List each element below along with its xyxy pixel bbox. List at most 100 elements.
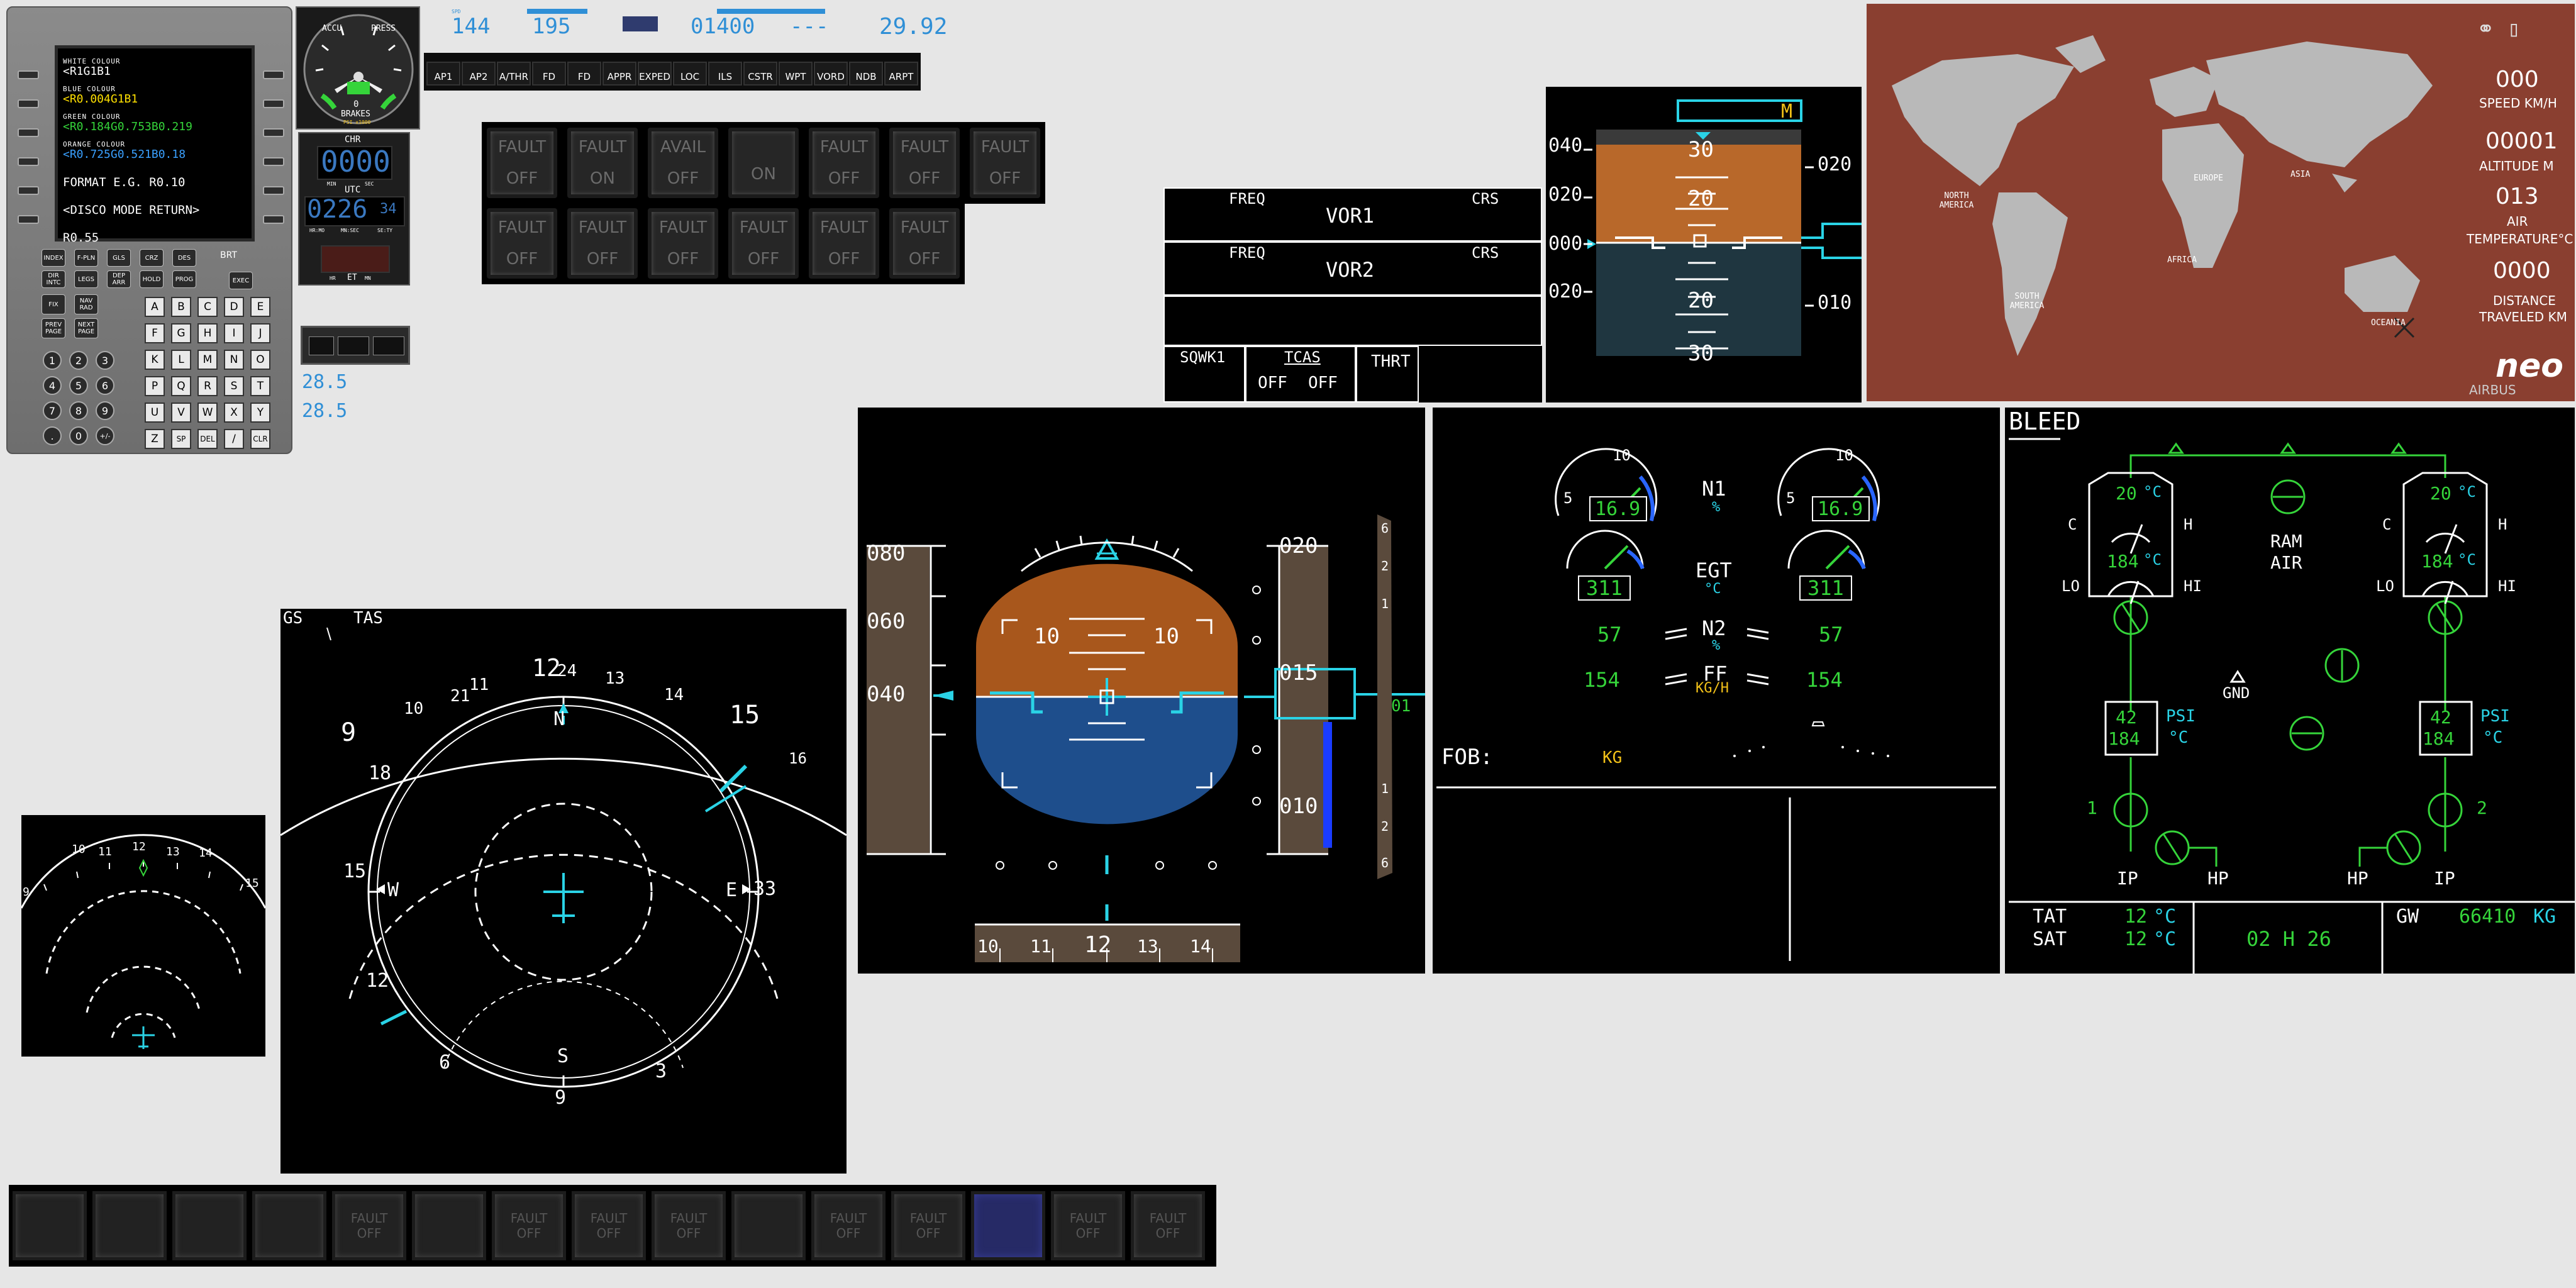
lower-pushbutton[interactable] <box>172 1191 247 1260</box>
right-line-select-key[interactable] <box>263 70 284 79</box>
right-line-select-key[interactable] <box>263 128 284 137</box>
mcdu-key-s[interactable]: S <box>224 376 244 396</box>
mcdu-exec-key[interactable]: EXEC <box>229 272 253 289</box>
mcdu-key-d[interactable]: D <box>224 297 244 317</box>
mcdu-key-3[interactable]: 3 <box>96 351 114 370</box>
right-line-select-key[interactable] <box>263 99 284 108</box>
mcdu-key-clr[interactable]: CLR <box>250 429 270 449</box>
lower-pushbutton[interactable]: FAULT OFF <box>492 1191 566 1260</box>
lower-pushbutton[interactable]: FAULT OFF <box>332 1191 406 1260</box>
fcu-heading[interactable]: 195 <box>532 14 570 39</box>
mcdu-key-o[interactable]: O <box>250 350 270 370</box>
mcdu-key-2[interactable]: 2 <box>69 351 88 370</box>
tcas-off-2[interactable]: OFF <box>1308 374 1338 392</box>
fcu-ndb-button[interactable]: NDB <box>849 62 883 86</box>
mcdu-key-j[interactable]: J <box>250 323 270 343</box>
mcdu-key-hold[interactable]: HOLD <box>140 270 164 288</box>
overhead-pushbutton[interactable]: FAULT OFF <box>487 208 557 279</box>
fcu-vord-button[interactable]: VORD <box>814 62 848 86</box>
sqwk-label[interactable]: SQWK1 <box>1180 348 1225 366</box>
fcu-fd-button[interactable]: FD <box>532 62 566 86</box>
fcu-cstr-button[interactable]: CSTR <box>743 62 777 86</box>
mcdu-key-p[interactable]: P <box>145 376 165 396</box>
overhead-pushbutton[interactable]: FAULT OFF <box>487 128 557 198</box>
overhead-pushbutton[interactable]: AVAIL OFF <box>648 128 718 198</box>
fcu-a-thr-button[interactable]: A/THR <box>497 62 531 86</box>
lower-pushbutton[interactable]: FAULT OFF <box>891 1191 965 1260</box>
mcdu-key-e[interactable]: E <box>250 297 270 317</box>
mcdu-key-fix[interactable]: FIX <box>42 294 65 314</box>
tcas-label[interactable]: TCAS <box>1284 348 1321 366</box>
lower-pushbutton[interactable] <box>92 1191 167 1260</box>
mcdu-key-g[interactable]: G <box>171 323 191 343</box>
fcu-vertical-speed[interactable]: --- <box>790 14 828 39</box>
fcu-exped-button[interactable]: EXPED <box>638 62 672 86</box>
mcdu-key-k[interactable]: K <box>145 350 165 370</box>
mcdu-key-4[interactable]: 4 <box>43 376 62 395</box>
mcdu-key-des[interactable]: DES <box>172 249 196 267</box>
overhead-pushbutton[interactable]: FAULT OFF <box>889 128 960 198</box>
thrt-label[interactable]: THRT <box>1371 352 1411 371</box>
mcdu-key-prog[interactable]: PROG <box>172 270 196 288</box>
left-line-select-key[interactable] <box>18 186 39 195</box>
baro-setting[interactable]: 29.92 <box>879 14 947 40</box>
fcu-speed[interactable]: 144 <box>452 14 490 39</box>
mcdu-key-slash[interactable]: / <box>224 429 244 449</box>
mcdu-key-c[interactable]: C <box>197 297 218 317</box>
mcdu-key-q[interactable]: Q <box>171 376 191 396</box>
right-line-select-key[interactable] <box>263 157 284 166</box>
lower-pushbutton[interactable]: FAULT OFF <box>652 1191 726 1260</box>
overhead-pushbutton[interactable]: FAULT OFF <box>728 208 799 279</box>
mcdu-key-f-pln[interactable]: F-PLN <box>74 249 98 267</box>
mcdu-key-7[interactable]: 7 <box>43 401 62 420</box>
overhead-pushbutton[interactable]: FAULT OFF <box>970 128 1040 198</box>
overhead-pushbutton[interactable]: ON <box>728 128 799 198</box>
fcu-wpt-button[interactable]: WPT <box>779 62 813 86</box>
overhead-pushbutton[interactable]: FAULT OFF <box>648 208 718 279</box>
mcdu-key-l[interactable]: L <box>171 350 191 370</box>
fcu-ap1-button[interactable]: AP1 <box>426 62 460 86</box>
lower-pushbutton[interactable] <box>13 1191 87 1260</box>
mcdu-key-v[interactable]: V <box>171 402 191 423</box>
lower-pushbutton[interactable]: FAULT OFF <box>1131 1191 1205 1260</box>
transponder-unit[interactable] <box>301 326 410 365</box>
overhead-pushbutton[interactable]: FAULT ON <box>567 128 638 198</box>
mcdu-key-x[interactable]: X <box>224 402 244 423</box>
left-line-select-key[interactable] <box>18 128 39 137</box>
mcdu-key-1[interactable]: 1 <box>43 351 62 370</box>
brt-label[interactable]: BRT <box>220 250 237 260</box>
fcu-loc-button[interactable]: LOC <box>673 62 707 86</box>
overhead-pushbutton[interactable]: FAULT OFF <box>889 208 960 279</box>
lower-pushbutton[interactable] <box>412 1191 486 1260</box>
mcdu-key-next-page[interactable]: NEXT PAGE <box>74 318 98 338</box>
mcdu-key-w[interactable]: W <box>197 402 218 423</box>
mcdu-key-t[interactable]: T <box>250 376 270 396</box>
lower-pushbutton[interactable]: FAULT OFF <box>572 1191 646 1260</box>
overhead-pushbutton[interactable]: FAULT OFF <box>567 208 638 279</box>
mcdu-key-r[interactable]: R <box>197 376 218 396</box>
lower-pushbutton[interactable] <box>971 1191 1045 1260</box>
mcdu-key-a[interactable]: A <box>145 297 165 317</box>
lower-pushbutton[interactable]: FAULT OFF <box>1051 1191 1125 1260</box>
mcdu-key-sp[interactable]: SP <box>171 429 191 449</box>
left-line-select-key[interactable] <box>18 157 39 166</box>
vor1-label[interactable]: VOR1 <box>1326 204 1374 228</box>
mcdu-key-z[interactable]: Z <box>145 429 165 449</box>
lower-pushbutton[interactable] <box>731 1191 806 1260</box>
mcdu-key-plus-minus[interactable]: +/- <box>96 426 114 445</box>
mcdu-key-dot[interactable]: . <box>43 426 62 445</box>
mcdu-key-del[interactable]: DEL <box>197 429 218 449</box>
mcdu-key-gls[interactable]: GLS <box>107 249 131 267</box>
tcas-off-1[interactable]: OFF <box>1258 374 1287 392</box>
fcu-altitude[interactable]: 01400 <box>691 14 755 39</box>
mcdu-key-y[interactable]: Y <box>250 402 270 423</box>
vor2-label[interactable]: VOR2 <box>1326 258 1374 282</box>
mcdu-key-m[interactable]: M <box>197 350 218 370</box>
fcu-ap2-button[interactable]: AP2 <box>462 62 496 86</box>
mcdu-key-prev-page[interactable]: PREV PAGE <box>42 318 65 338</box>
fcu-ils-button[interactable]: ILS <box>708 62 742 86</box>
mcdu-key-0[interactable]: 0 <box>69 426 88 445</box>
left-line-select-key[interactable] <box>18 70 39 79</box>
mcdu-key-n[interactable]: N <box>224 350 244 370</box>
mcdu-key-nav-rad[interactable]: NAV RAD <box>74 294 98 314</box>
